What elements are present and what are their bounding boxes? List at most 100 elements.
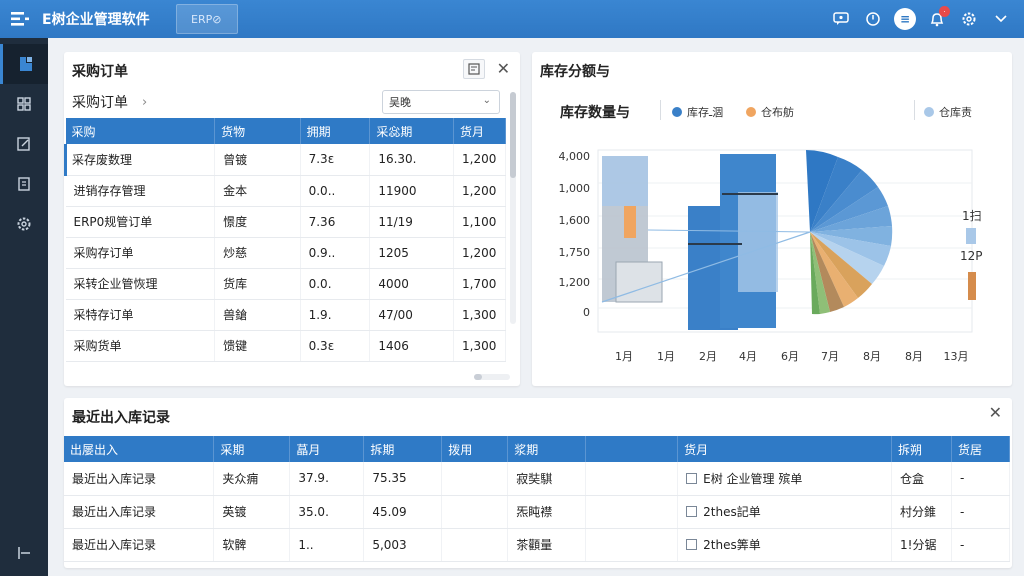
records-column-header[interactable]: 采期 (213, 436, 291, 462)
purchase-orders-table: 采购 货物 拥期 采惢期 货月 采存废数理 曾镀 7.3ε 16.30. 1,200 进销存存管理… (63, 118, 506, 362)
side-bar-orange[interactable] (968, 272, 976, 300)
chevron-right-icon: › (142, 94, 148, 110)
table-cell: - (951, 528, 1011, 562)
sidebar-item-dashboard[interactable] (0, 44, 48, 84)
grid-icon (17, 97, 31, 111)
chat-icon[interactable] (828, 6, 854, 32)
clock-icon[interactable] (860, 6, 886, 32)
table-cell: 采购存订单 (65, 237, 216, 269)
table-row[interactable]: 采转企业管恢理 货库 0.0. 4000 1,700 (65, 268, 506, 300)
table-cell: 馈键 (214, 330, 301, 362)
table-cell: 1.9. (300, 299, 371, 331)
table-cell: 5,003 (363, 528, 443, 562)
legend-item-storage[interactable]: 仓库责 (924, 104, 972, 120)
orders-column-header[interactable]: 拥期 (300, 118, 371, 144)
table-row[interactable]: 进销存存管理 金本 0.0.. 11900 1,200 (65, 175, 506, 207)
table-cell: 1.. (289, 528, 365, 562)
export-button[interactable] (462, 59, 485, 79)
orders-column-header[interactable]: 采惢期 (369, 118, 455, 144)
table-row[interactable]: 最近出入库记录 夹众痈 37.9. 75.35 寂奘騏 E树 企业管理 殡单 仓盒 - (64, 462, 1011, 496)
table-cell: 进销存存管理 (65, 175, 216, 207)
orders-column-header[interactable]: 采购 (65, 118, 216, 144)
edit-icon (17, 137, 30, 151)
table-cell: 35.0. (289, 495, 365, 529)
settings-icon[interactable] (956, 6, 982, 32)
table-cell (585, 462, 679, 496)
close-icon[interactable]: ✕ (497, 61, 510, 77)
table-cell: 1!分锯 (891, 528, 952, 562)
records-column-header[interactable]: 蕌月 (289, 436, 365, 462)
pie-fan-chart[interactable] (806, 150, 893, 315)
table-row[interactable]: 采存废数理 曾镀 7.3ε 16.30. 1,200 (63, 144, 506, 176)
table-cell: 1406 (369, 330, 455, 362)
document-icon (18, 177, 30, 191)
x-tick-label: 1月 (657, 350, 675, 363)
orders-scrollbar[interactable] (510, 92, 516, 324)
table-cell: 11900 (369, 175, 455, 207)
table-cell: 37.9. (289, 462, 365, 496)
table-cell: 0.9.. (300, 237, 371, 269)
table-row[interactable]: ERP0规管订单 憬度 7.36 11/19 1,100 (65, 206, 506, 238)
table-cell: 7.3ε (300, 144, 371, 176)
bar-group1-top[interactable] (602, 156, 648, 206)
table-row[interactable]: 采购存订单 炒慈 0.9.. 1205 1,200 (65, 237, 506, 269)
table-cell: 45.09 (363, 495, 443, 529)
orders-subtitle: 采购订单 (72, 95, 128, 111)
bar-group3-overlay[interactable] (738, 192, 778, 292)
records-column-header[interactable]: 浆期 (507, 436, 587, 462)
avatar[interactable]: ≡ (892, 6, 918, 32)
orders-column-header[interactable]: 货物 (214, 118, 301, 144)
sidebar-item-edit[interactable] (0, 124, 48, 164)
chevron-down-icon[interactable] (988, 6, 1014, 32)
orders-column-header[interactable]: 货月 (453, 118, 506, 144)
side-label-1: 1扫 (962, 209, 982, 223)
table-row[interactable]: 最近出入库记录 软髀 1.. 5,003 茶顴量 2thes筭单 1!分锯 - (64, 528, 1011, 562)
records-column-header[interactable]: 出屡出入 (64, 436, 215, 462)
tab-erp[interactable]: ERP⊘ (176, 4, 238, 34)
table-cell: 47/00 (369, 299, 455, 331)
table-cell: 1,100 (453, 206, 506, 238)
records-column-header[interactable]: 拨用 (441, 436, 509, 462)
records-column-header[interactable] (585, 436, 679, 462)
collapse-sidebar-button[interactable] (0, 536, 48, 570)
legend-item-warehouse[interactable]: 仓布舫 (746, 104, 794, 120)
table-row[interactable]: 最近出入库记录 英镀 35.0. 45.09 炁盹襟 2thes記单 村分錐 - (64, 495, 1011, 529)
records-column-header[interactable]: 货月 (677, 436, 892, 462)
orders-hscrollbar[interactable] (474, 374, 510, 380)
table-row[interactable]: 采特存订单 兽鎗 1.9. 47/00 1,300 (65, 299, 506, 331)
notification-badge: · (939, 6, 950, 17)
table-cell: 11/19 (369, 206, 455, 238)
legend-item-stock[interactable]: 库存ـ涸 (672, 104, 723, 120)
app-logo-icon[interactable] (0, 0, 40, 38)
table-row[interactable]: 采购货单 馈键 0.3ε 1406 1,300 (65, 330, 506, 362)
table-cell: 采特存订单 (65, 299, 216, 331)
app-title: E树企业管理软件 (42, 12, 150, 28)
table-cell: 茶顴量 (507, 528, 587, 562)
records-column-header[interactable]: 拆期 (363, 436, 443, 462)
sidebar-item-settings[interactable] (0, 204, 48, 244)
table-cell: 1205 (369, 237, 455, 269)
table-cell (585, 495, 679, 529)
bar-group1-orange[interactable] (624, 206, 636, 238)
top-bar: E树企业管理软件 ERP⊘ ≡ · (0, 0, 1024, 38)
orders-filter-select[interactable]: 吴晚 ⌄ (382, 90, 500, 114)
records-column-header[interactable]: 拆朔 (891, 436, 952, 462)
table-cell: 2thes記单 (677, 495, 892, 529)
table-cell: E树 企业管理 殡单 (677, 462, 892, 496)
table-cell (441, 528, 509, 562)
sidebar-item-reports[interactable] (0, 84, 48, 124)
orders-filter-value: 吴晚 (389, 96, 411, 109)
sidebar-item-documents[interactable] (0, 164, 48, 204)
table-cell: 1,300 (453, 330, 506, 362)
close-icon[interactable]: ✕ (989, 405, 1002, 421)
gear-icon (17, 217, 31, 231)
side-bar-blue[interactable] (966, 228, 976, 244)
bell-icon[interactable]: · (924, 6, 950, 32)
records-column-header[interactable]: 货居 (951, 436, 1011, 462)
records-title: 最近出入库记录 (72, 410, 170, 426)
records-table: 出屡出入 采期 蕌月 拆期 拨用 浆期 货月 拆朔 货居 最近出入库记录 夹众痈 37.9. 75.3… (64, 436, 1011, 562)
table-cell: 软髀 (213, 528, 291, 562)
bar-group1-low[interactable] (615, 261, 663, 303)
table-cell: 0.0.. (300, 175, 371, 207)
orders-breadcrumb[interactable]: 采购订单 › (72, 92, 147, 112)
